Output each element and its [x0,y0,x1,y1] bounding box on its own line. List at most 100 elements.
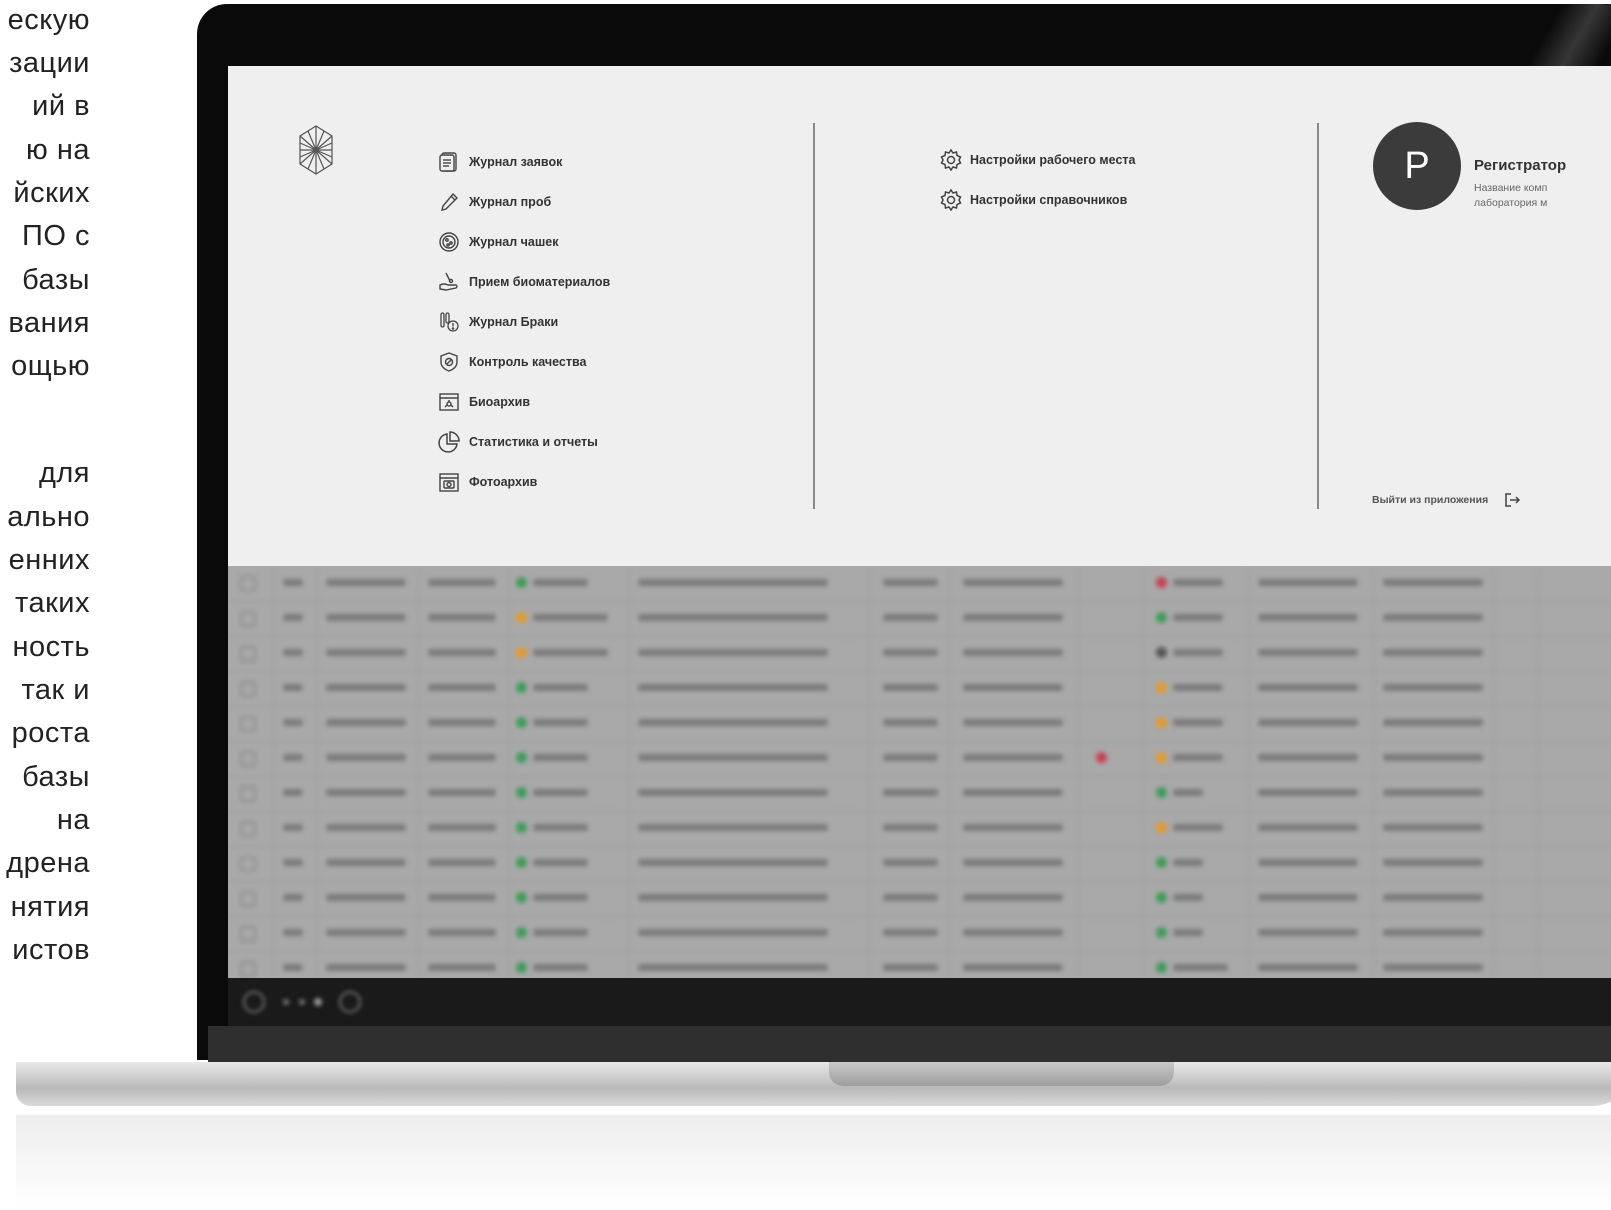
cell [326,649,406,656]
status-dot [516,612,527,623]
status-dot [516,962,527,973]
user-org-line: лаборатория м [1474,197,1548,209]
nav-item-journal-requests[interactable]: Журнал заявок [436,142,610,182]
nav-menu: Журнал заявок Журнал проб Журнал чашек П… [436,142,610,502]
cell [883,719,938,726]
cell [1173,754,1223,761]
row-checkbox[interactable] [240,891,256,907]
cell [1258,859,1358,866]
row-checkbox[interactable] [240,611,256,627]
cell [963,824,1063,831]
logout-button[interactable]: Выйти из приложения [1372,490,1529,510]
nav-item-biomaterial-intake[interactable]: Прием биоматериалов [436,262,610,302]
side-text-line: таких [15,587,90,619]
pagination-controls[interactable] [240,988,380,1016]
cell [533,894,588,901]
cell [883,649,938,656]
cell [638,649,828,656]
nav-item-label: Биоархив [469,395,531,409]
cell [883,824,938,831]
cell [638,789,828,796]
pie-chart-icon [436,429,462,455]
side-text-line: ально [7,501,90,533]
status-dot [516,927,527,938]
row-checkbox[interactable] [240,961,256,977]
nav-item-photo-archive[interactable]: Фотоархив [436,462,610,502]
row-checkbox[interactable] [240,926,256,942]
cell [638,929,828,936]
cell [533,824,588,831]
status-dot [516,857,527,868]
cell [963,964,1063,971]
cell [326,719,406,726]
status-dot [1156,962,1167,973]
table-row [228,811,1611,847]
side-text-line: ий в [32,90,90,122]
row-checkbox[interactable] [240,856,256,872]
side-text-line: ощью [11,350,90,382]
workplace-settings-link[interactable]: Настройки рабочего места [938,140,1135,180]
status-dot [516,717,527,728]
cell [1383,929,1483,936]
cell [428,719,496,726]
app-logo [299,125,333,175]
side-text-line: йских [13,177,90,209]
row-checkbox[interactable] [240,821,256,837]
table-row [228,741,1611,777]
side-text-line: енних [8,544,90,576]
cell [1258,824,1358,831]
cell [1383,789,1483,796]
cell [638,754,828,761]
cell [326,964,406,971]
cell [326,789,406,796]
row-checkbox[interactable] [240,576,256,592]
cell [283,789,303,796]
cell [883,789,938,796]
row-checkbox[interactable] [240,786,256,802]
cell [638,719,828,726]
side-text-line: ПО с [22,220,90,252]
row-checkbox[interactable] [240,751,256,767]
nav-item-journal-dishes[interactable]: Журнал чашек [436,222,610,262]
status-dot [1156,717,1167,728]
biomaterial-intake-icon [436,269,462,295]
cell [428,859,496,866]
main-menu-panel: Журнал заявок Журнал проб Журнал чашек П… [228,66,1611,566]
logout-icon [1502,490,1522,510]
table-row [228,951,1611,978]
laptop-bottom-bezel [208,1026,1611,1062]
cell [533,649,608,656]
cell [1258,789,1358,796]
user-avatar[interactable]: Р [1373,122,1461,210]
cell [283,859,303,866]
cell [283,649,303,656]
table-row [228,776,1611,812]
user-role: Регистратор [1474,157,1567,174]
cell [963,754,1063,761]
status-dot [1156,822,1167,833]
cell [883,754,938,761]
row-checkbox[interactable] [240,646,256,662]
cell [533,929,588,936]
cell [428,614,496,621]
nav-item-quality-control[interactable]: Контроль качества [436,342,610,382]
user-org-line: Название комп [1474,182,1548,194]
nav-item-statistics[interactable]: Статистика и отчеты [436,422,610,462]
cell [1383,894,1483,901]
nav-item-journal-defects[interactable]: Журнал Браки [436,302,610,342]
reference-settings-link[interactable]: Настройки справочников [938,180,1135,220]
cell [963,684,1063,691]
status-dot [1096,752,1107,763]
nav-item-bioarchive[interactable]: Биоархив [436,382,610,422]
row-checkbox[interactable] [240,681,256,697]
side-text-line: базы [22,264,90,296]
logout-label: Выйти из приложения [1372,494,1489,506]
row-checkbox[interactable] [240,716,256,732]
cell [1258,964,1358,971]
nav-item-journal-samples[interactable]: Журнал проб [436,182,610,222]
cell [1383,824,1483,831]
cell [1173,719,1223,726]
table-row [228,636,1611,672]
cell [326,754,406,761]
table-row [228,671,1611,707]
